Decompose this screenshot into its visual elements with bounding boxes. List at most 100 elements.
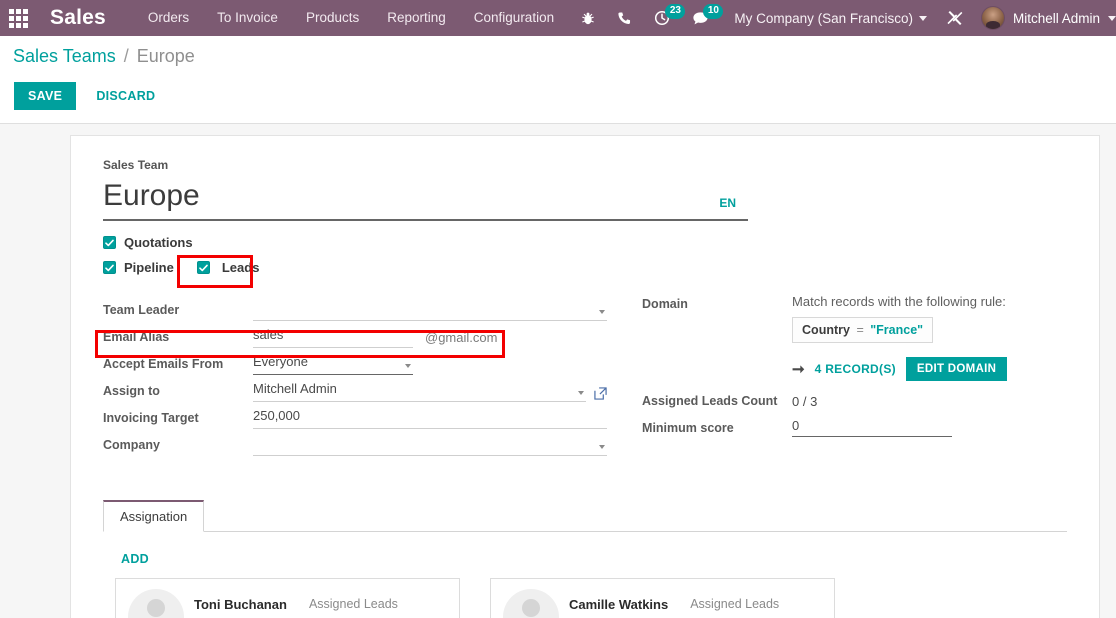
- menu-item-products[interactable]: Products: [292, 0, 373, 36]
- user-chevron-down-icon: [1108, 15, 1116, 21]
- company-name: My Company (San Francisco): [734, 10, 913, 26]
- accept-emails-from-row: Accept Emails From Everyone: [103, 348, 607, 375]
- member-metric-label: Assigned Leads: [308, 597, 398, 611]
- invoicing-target-field[interactable]: [253, 408, 608, 429]
- app-brand-title[interactable]: Sales: [36, 6, 116, 30]
- company-input[interactable]: [253, 435, 608, 450]
- navbar-right-tools: 23 10 My Company (San Francisco) Mitchel…: [570, 0, 1116, 36]
- assign-to-label: Assign to: [103, 384, 160, 398]
- menu-item-to-invoice[interactable]: To Invoice: [203, 0, 292, 36]
- member-info: Camille Watkins Assigned Leads: [569, 589, 779, 612]
- menu-item-reporting[interactable]: Reporting: [373, 0, 460, 36]
- pipeline-leads-row: Pipeline Leads: [103, 255, 1067, 280]
- domain-value: Match records with the following rule: C…: [792, 294, 1067, 381]
- team-leader-input[interactable]: [253, 300, 608, 315]
- message-count-badge: 10: [703, 4, 724, 19]
- add-member-button[interactable]: ADD: [121, 552, 149, 566]
- invoicing-target-row: Invoicing Target: [103, 402, 608, 429]
- messages-icon-button[interactable]: 10: [681, 0, 724, 36]
- member-info: Toni Buchanan Assigned Leads: [194, 589, 398, 612]
- pipeline-label[interactable]: Pipeline: [124, 260, 174, 275]
- company-row: Company: [103, 429, 608, 456]
- notebook-tab-strip: Assignation: [103, 500, 1067, 532]
- menu-item-orders[interactable]: Orders: [134, 0, 203, 36]
- domain-rule-field: Country: [802, 323, 850, 337]
- menu-item-configuration[interactable]: Configuration: [460, 0, 568, 36]
- member-card[interactable]: Toni Buchanan Assigned Leads: [115, 578, 460, 618]
- tab-assignation[interactable]: Assignation: [103, 500, 205, 532]
- domain-rule-operator: =: [856, 323, 864, 337]
- member-card[interactable]: Camille Watkins Assigned Leads: [490, 578, 835, 618]
- member-avatar: [503, 589, 559, 618]
- assign-to-field[interactable]: [253, 381, 587, 402]
- accept-emails-from-field[interactable]: Everyone: [253, 354, 413, 375]
- form-right-column: Domain Match records with the following …: [642, 294, 1067, 456]
- record-action-buttons: SAVE DISCARD: [14, 82, 167, 110]
- minimum-score-field[interactable]: [792, 418, 1067, 437]
- language-badge[interactable]: EN: [719, 196, 736, 210]
- team-leader-row: Team Leader: [103, 294, 608, 321]
- company-switcher[interactable]: My Company (San Francisco): [720, 11, 935, 26]
- leads-checkbox[interactable]: [196, 261, 210, 274]
- bug-icon-button[interactable]: [570, 0, 606, 36]
- sales-team-name-input[interactable]: [103, 176, 603, 216]
- minimum-score-label: Minimum score: [642, 421, 734, 435]
- discard-button[interactable]: DISCARD: [84, 82, 167, 110]
- main-menu: Orders To Invoice Products Reporting Con…: [134, 0, 568, 36]
- company-label: Company: [103, 438, 160, 452]
- form-sheet: Sales Team EN Quotations P: [70, 135, 1100, 618]
- accept-emails-from-label: Accept Emails From: [103, 357, 224, 371]
- team-leader-field[interactable]: [253, 300, 608, 321]
- tools-icon: [947, 11, 963, 25]
- assign-to-input[interactable]: [253, 381, 587, 396]
- domain-rule-value: "France": [870, 323, 924, 337]
- assigned-leads-count-label: Assigned Leads Count: [642, 394, 778, 408]
- bug-icon: [582, 12, 595, 24]
- assign-to-open-record-button[interactable]: [594, 387, 607, 400]
- top-navbar: Sales Orders To Invoice Products Reporti…: [0, 0, 1116, 36]
- phone-icon-button[interactable]: [606, 0, 643, 36]
- breadcrumb-separator: /: [123, 46, 129, 66]
- sales-team-title-field: EN: [103, 176, 748, 221]
- chevron-down-icon[interactable]: [599, 310, 606, 314]
- control-panel: Sales Teams / Europe SAVE DISCARD: [0, 36, 1116, 124]
- company-field[interactable]: [253, 435, 608, 456]
- quotations-checkbox-row: Quotations: [103, 230, 1067, 255]
- pipeline-checkbox[interactable]: [103, 261, 116, 274]
- assigned-leads-count-row: Assigned Leads Count 0 / 3: [642, 391, 1067, 409]
- form-left-column: Team Leader Email Alias @gmail.com Accep…: [103, 294, 608, 456]
- check-icon: [105, 239, 114, 246]
- check-icon: [199, 264, 208, 271]
- quotations-checkbox[interactable]: [103, 236, 116, 249]
- chevron-down-icon[interactable]: [578, 391, 585, 395]
- domain-note: Match records with the following rule:: [792, 294, 1006, 309]
- email-alias-domain-suffix: @gmail.com: [425, 330, 498, 345]
- leads-label[interactable]: Leads: [222, 260, 260, 275]
- form-columns: Team Leader Email Alias @gmail.com Accep…: [103, 294, 1067, 456]
- domain-rule-chip[interactable]: Country = "France": [792, 317, 934, 343]
- debug-tools-button[interactable]: [935, 10, 975, 26]
- arrow-right-icon: ➞: [792, 361, 805, 378]
- external-link-icon: [594, 387, 607, 400]
- activity-icon-button[interactable]: 23: [643, 0, 686, 36]
- avatar: [980, 6, 1005, 30]
- quotations-label[interactable]: Quotations: [124, 235, 193, 250]
- minimum-score-input[interactable]: [792, 418, 953, 433]
- edit-domain-button[interactable]: EDIT DOMAIN: [905, 357, 1008, 381]
- chevron-down-icon[interactable]: [599, 445, 606, 449]
- records-count-link[interactable]: 4 RECORD(S): [815, 362, 896, 376]
- apps-menu-button[interactable]: [0, 0, 36, 36]
- accept-emails-from-value: Everyone: [253, 354, 308, 369]
- assigned-leads-count-value: 0 / 3: [792, 394, 818, 409]
- user-menu[interactable]: Mitchell Admin: [975, 6, 1116, 30]
- breadcrumb-sales-teams[interactable]: Sales Teams: [13, 46, 116, 66]
- phone-icon: [618, 12, 631, 24]
- chevron-down-icon[interactable]: [405, 364, 411, 368]
- invoicing-target-input[interactable]: [253, 408, 608, 423]
- email-alias-field[interactable]: [253, 327, 413, 348]
- email-alias-input[interactable]: [253, 327, 413, 342]
- minimum-score-row: Minimum score: [642, 418, 1067, 437]
- check-icon: [105, 264, 114, 271]
- domain-label: Domain: [642, 297, 688, 311]
- save-button[interactable]: SAVE: [14, 82, 77, 110]
